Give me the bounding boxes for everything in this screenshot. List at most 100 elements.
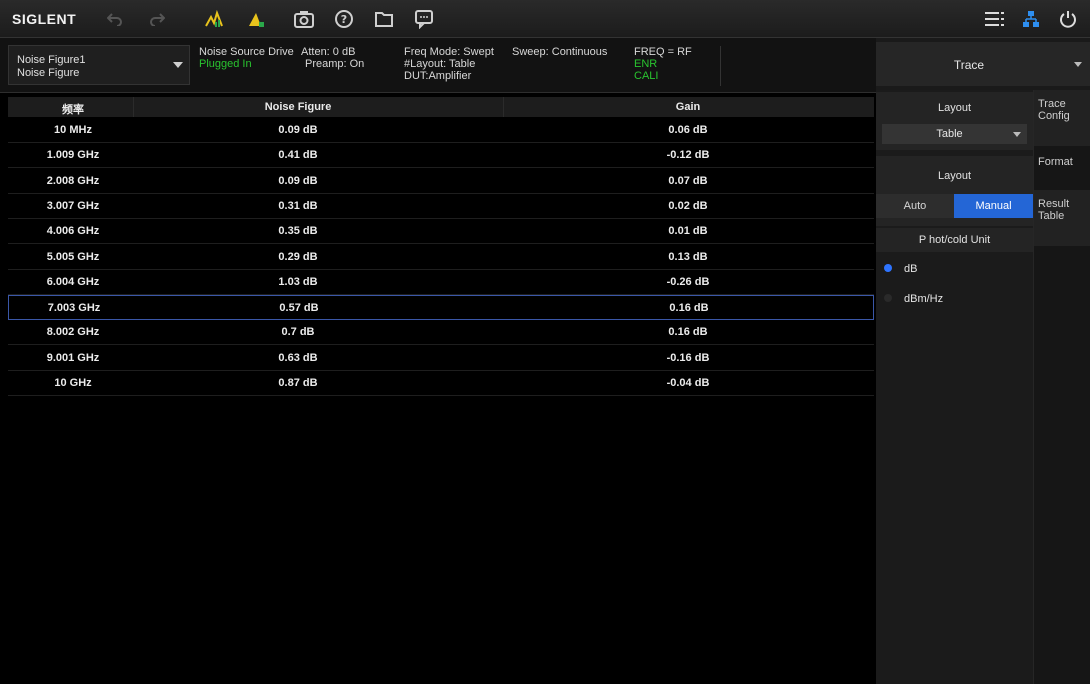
chevron-down-icon: [1074, 62, 1082, 67]
unit-dbmhz-label: dBm/Hz: [904, 293, 944, 305]
cell-noise-figure: 0.63 dB: [278, 351, 318, 364]
cell-noise-figure: 0.41 dB: [278, 149, 318, 162]
cell-frequency: 3.007 GHz: [46, 199, 100, 212]
cell-frequency: 8.002 GHz: [46, 326, 100, 339]
cell-noise-figure: 0.87 dB: [278, 377, 318, 389]
tab-trace-config[interactable]: Trace Config: [1034, 90, 1090, 146]
cell-noise-figure: 0.31 dB: [278, 199, 318, 212]
table-row[interactable]: 3.007 GHz 0.31 dB 0.02 dB: [8, 194, 874, 219]
divider: [720, 46, 721, 86]
unit-db-option[interactable]: dB: [876, 256, 1033, 282]
table-row[interactable]: 4.006 GHz 0.35 dB 0.01 dB: [8, 219, 874, 245]
header-gain: Gain: [675, 101, 701, 113]
power-icon[interactable]: [1057, 8, 1079, 30]
cell-frequency: 9.001 GHz: [46, 351, 100, 364]
table-row[interactable]: 7.003 GHz 0.57 dB 0.16 dB: [8, 295, 874, 321]
cell-noise-figure: 0.29 dB: [278, 250, 318, 263]
table-row[interactable]: 10 GHz 0.87 dB -0.04 dB: [8, 371, 874, 396]
cell-gain: 0.16 dB: [669, 302, 709, 315]
results-table: 频率 Noise Figure Gain 10 MHz 0.09 dB 0.06 d…: [8, 97, 874, 684]
cell-gain: -0.04 dB: [666, 377, 710, 389]
siglent-logo: SIGLENT: [12, 11, 77, 27]
trace-selector[interactable]: Noise Figure1 Noise Figure: [8, 45, 190, 85]
layout-mode-label: Layout: [937, 170, 972, 182]
svg-text:?: ?: [341, 13, 347, 26]
header-noise-figure: Noise Figure: [264, 101, 332, 113]
freq-status[interactable]: FREQ = RF ENR CALI: [634, 46, 692, 82]
right-panel: Trace Layout Table Layout Auto Manual P …: [876, 38, 1090, 684]
cell-gain: -0.12 dB: [666, 149, 710, 162]
sweep-status[interactable]: Sweep: Continuous: [512, 46, 607, 58]
layout-label: Layout: [937, 102, 972, 114]
network-icon[interactable]: [1020, 8, 1042, 30]
file-icon[interactable]: [373, 8, 395, 30]
screenshot-icon[interactable]: [293, 8, 315, 30]
tab-result-table[interactable]: Result Table: [1034, 190, 1090, 246]
header-frequency: 频率: [62, 104, 84, 116]
table-row[interactable]: 5.005 GHz 0.29 dB 0.13 dB: [8, 245, 874, 270]
panel-title-dropdown[interactable]: Trace: [876, 42, 1090, 86]
cell-gain: 0.06 dB: [668, 124, 708, 136]
unit-label: P hot/cold Unit: [918, 234, 991, 246]
unit-menu: P hot/cold Unit: [876, 228, 1033, 252]
cell-frequency: 4.006 GHz: [46, 225, 100, 238]
layout-menu: Layout Table: [876, 92, 1033, 150]
sub-tab-column: Trace Config Format Result Table: [1033, 90, 1090, 684]
trace-name: Noise Figure1: [17, 54, 86, 66]
table-row[interactable]: 8.002 GHz 0.7 dB 0.16 dB: [8, 320, 874, 346]
cell-frequency: 2.008 GHz: [46, 174, 100, 187]
redo-icon[interactable]: [146, 8, 168, 30]
table-row[interactable]: 2.008 GHz 0.09 dB 0.07 dB: [8, 169, 874, 194]
chevron-down-icon: [173, 62, 183, 68]
menu-list-icon[interactable]: [984, 8, 1006, 30]
cell-gain: -0.26 dB: [666, 275, 710, 288]
chevron-down-icon: [1013, 132, 1021, 137]
cell-noise-figure: 0.7 dB: [281, 326, 315, 339]
cell-noise-figure: 0.09 dB: [278, 174, 318, 187]
auto-button[interactable]: Auto: [876, 194, 954, 218]
layout-mode-menu: Layout Auto Manual: [876, 156, 1033, 226]
cell-gain: -0.16 dB: [666, 351, 710, 364]
layout-dropdown[interactable]: Table: [882, 124, 1027, 144]
cell-noise-figure: 0.09 dB: [278, 124, 318, 136]
help-icon[interactable]: ?: [333, 8, 355, 30]
cell-frequency: 5.005 GHz: [46, 250, 100, 263]
radio-selected-icon: [884, 264, 892, 272]
status-bar: Noise Figure1 Noise Figure Noise Source …: [0, 38, 876, 93]
unit-db-label: dB: [904, 263, 918, 275]
cell-frequency: 1.009 GHz: [46, 149, 100, 162]
cell-noise-figure: 0.57 dB: [279, 302, 319, 315]
peak-search-icon[interactable]: [203, 8, 225, 30]
atten-status[interactable]: Atten: 0 dB Preamp: On: [301, 46, 364, 70]
marker-icon[interactable]: [245, 8, 267, 30]
divider: [133, 97, 134, 117]
unit-dbmhz-option[interactable]: dBm/Hz: [876, 286, 1033, 312]
top-toolbar: SIGLENT ?: [0, 0, 1090, 38]
cell-gain: 0.13 dB: [668, 250, 708, 263]
table-header: 频率 Noise Figure Gain: [8, 97, 874, 117]
trace-type: Noise Figure: [17, 67, 80, 79]
cell-frequency: 10 MHz: [54, 124, 92, 136]
cell-gain: 0.02 dB: [668, 199, 708, 212]
cell-gain: 0.01 dB: [668, 225, 708, 238]
cell-noise-figure: 0.35 dB: [278, 225, 318, 238]
cell-noise-figure: 1.03 dB: [278, 275, 318, 288]
message-icon[interactable]: [413, 8, 435, 30]
panel-title: Trace: [953, 58, 985, 72]
cell-gain: 0.07 dB: [668, 174, 708, 187]
table-row[interactable]: 1.009 GHz 0.41 dB -0.12 dB: [8, 143, 874, 169]
table-row[interactable]: 10 MHz 0.09 dB 0.06 dB: [8, 118, 874, 143]
table-row[interactable]: 6.004 GHz 1.03 dB -0.26 dB: [8, 270, 874, 295]
undo-icon[interactable]: [104, 8, 126, 30]
noise-source-status[interactable]: Noise Source Drive Plugged In: [199, 46, 294, 70]
cell-frequency: 6.004 GHz: [46, 275, 100, 288]
manual-button[interactable]: Manual: [954, 194, 1033, 218]
radio-unselected-icon: [884, 294, 892, 302]
cell-frequency: 10 GHz: [54, 377, 92, 389]
cell-gain: 0.16 dB: [668, 326, 708, 339]
cell-frequency: 7.003 GHz: [47, 302, 101, 315]
freq-mode-status[interactable]: Freq Mode: Swept #Layout: Table DUT:Ampl…: [404, 46, 494, 82]
table-row[interactable]: 9.001 GHz 0.63 dB -0.16 dB: [8, 346, 874, 371]
menu-column: Layout Table Layout Auto Manual P hot/co…: [876, 90, 1033, 684]
layout-value: Table: [936, 128, 963, 140]
